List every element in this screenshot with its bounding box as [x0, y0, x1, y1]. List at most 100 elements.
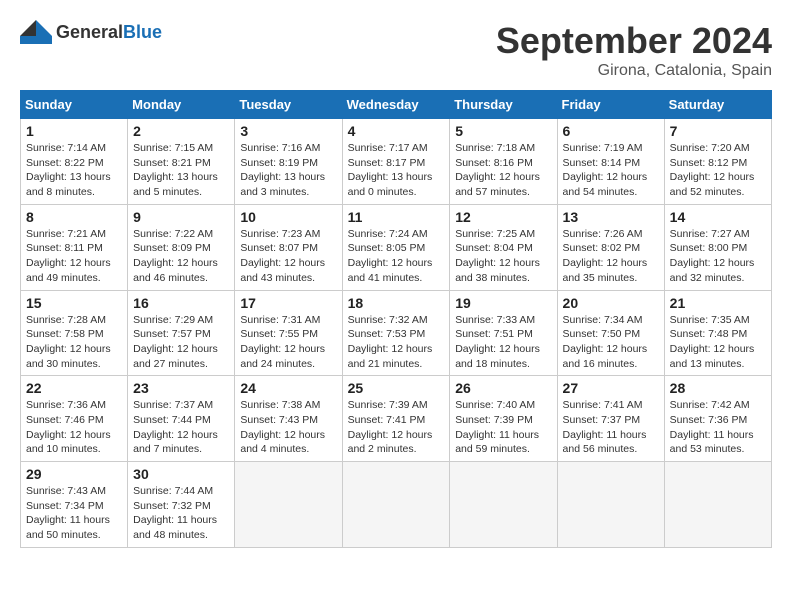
day-header-wednesday: Wednesday: [342, 91, 450, 119]
cell-info: Sunrise: 7:33 AMSunset: 7:51 PMDaylight:…: [455, 313, 551, 372]
cell-info: Sunrise: 7:40 AMSunset: 7:39 PMDaylight:…: [455, 398, 551, 457]
calendar-cell: 16 Sunrise: 7:29 AMSunset: 7:57 PMDayligh…: [128, 290, 235, 376]
day-header-monday: Monday: [128, 91, 235, 119]
cell-info: Sunrise: 7:20 AMSunset: 8:12 PMDaylight:…: [670, 141, 766, 200]
day-number: 30: [133, 466, 229, 482]
cell-info: Sunrise: 7:24 AMSunset: 8:05 PMDaylight:…: [348, 227, 445, 286]
calendar-cell: 8 Sunrise: 7:21 AMSunset: 8:11 PMDaylight…: [21, 204, 128, 290]
calendar-cell: [450, 462, 557, 548]
calendar-cell: [557, 462, 664, 548]
month-year-title: September 2024: [496, 20, 772, 62]
day-number: 12: [455, 209, 551, 225]
day-number: 13: [563, 209, 659, 225]
logo-icon: [20, 20, 52, 44]
day-number: 21: [670, 295, 766, 311]
cell-info: Sunrise: 7:29 AMSunset: 7:57 PMDaylight:…: [133, 313, 229, 372]
cell-info: Sunrise: 7:28 AMSunset: 7:58 PMDaylight:…: [26, 313, 122, 372]
cell-info: Sunrise: 7:39 AMSunset: 7:41 PMDaylight:…: [348, 398, 445, 457]
calendar-cell: 22Sunrise: 7:36 AMSunset: 7:46 PMDayligh…: [21, 376, 128, 462]
calendar-cell: [235, 462, 342, 548]
day-number: 18: [348, 295, 445, 311]
day-number: 19: [455, 295, 551, 311]
day-number: 7: [670, 123, 766, 139]
cell-info: Sunrise: 7:17 AMSunset: 8:17 PMDaylight:…: [348, 141, 445, 200]
day-number: 14: [670, 209, 766, 225]
cell-info: Sunrise: 7:37 AMSunset: 7:44 PMDaylight:…: [133, 398, 229, 457]
cell-info: Sunrise: 7:14 AMSunset: 8:22 PMDaylight:…: [26, 141, 122, 200]
cell-info: Sunrise: 7:15 AMSunset: 8:21 PMDaylight:…: [133, 141, 229, 200]
cell-info: Sunrise: 7:41 AMSunset: 7:37 PMDaylight:…: [563, 398, 659, 457]
day-number: 11: [348, 209, 445, 225]
day-header-saturday: Saturday: [664, 91, 771, 119]
cell-info: Sunrise: 7:36 AMSunset: 7:46 PMDaylight:…: [26, 398, 122, 457]
calendar-week-4: 22Sunrise: 7:36 AMSunset: 7:46 PMDayligh…: [21, 376, 772, 462]
title-area: September 2024 Girona, Catalonia, Spain: [496, 20, 772, 80]
calendar-cell: 26Sunrise: 7:40 AMSunset: 7:39 PMDayligh…: [450, 376, 557, 462]
day-number: 1: [26, 123, 122, 139]
calendar-cell: 23 Sunrise: 7:37 AMSunset: 7:44 PMDayligh…: [128, 376, 235, 462]
day-header-thursday: Thursday: [450, 91, 557, 119]
cell-info: Sunrise: 7:25 AMSunset: 8:04 PMDaylight:…: [455, 227, 551, 286]
calendar-week-2: 8 Sunrise: 7:21 AMSunset: 8:11 PMDaylight…: [21, 204, 772, 290]
calendar-cell: 28Sunrise: 7:42 AMSunset: 7:36 PMDayligh…: [664, 376, 771, 462]
day-header-tuesday: Tuesday: [235, 91, 342, 119]
calendar-table: SundayMondayTuesdayWednesdayThursdayFrid…: [20, 90, 772, 548]
calendar-cell: 10Sunrise: 7:23 AMSunset: 8:07 PMDayligh…: [235, 204, 342, 290]
calendar-cell: 30 Sunrise: 7:44 AMSunset: 7:32 PMDayligh…: [128, 462, 235, 548]
cell-info: Sunrise: 7:35 AMSunset: 7:48 PMDaylight:…: [670, 313, 766, 372]
calendar-cell: 9Sunrise: 7:22 AMSunset: 8:09 PMDaylight…: [128, 204, 235, 290]
day-number: 20: [563, 295, 659, 311]
day-number: 3: [240, 123, 336, 139]
cell-info: Sunrise: 7:43 AMSunset: 7:34 PMDaylight:…: [26, 484, 122, 543]
day-number: 8: [26, 209, 122, 225]
calendar-cell: [342, 462, 450, 548]
cell-info: Sunrise: 7:44 AMSunset: 7:32 PMDaylight:…: [133, 484, 229, 543]
calendar-week-3: 15Sunrise: 7:28 AMSunset: 7:58 PMDayligh…: [21, 290, 772, 376]
calendar-cell: 18 Sunrise: 7:32 AMSunset: 7:53 PMDayligh…: [342, 290, 450, 376]
cell-info: Sunrise: 7:27 AMSunset: 8:00 PMDaylight:…: [670, 227, 766, 286]
calendar-cell: [664, 462, 771, 548]
calendar-cell: 13 Sunrise: 7:26 AMSunset: 8:02 PMDayligh…: [557, 204, 664, 290]
day-number: 16: [133, 295, 229, 311]
calendar-cell: 5Sunrise: 7:18 AMSunset: 8:16 PMDaylight…: [450, 119, 557, 205]
calendar-cell: 21 Sunrise: 7:35 AMSunset: 7:48 PMDayligh…: [664, 290, 771, 376]
day-header-friday: Friday: [557, 91, 664, 119]
day-number: 9: [133, 209, 229, 225]
calendar-week-1: 1 Sunrise: 7:14 AMSunset: 8:22 PMDaylight…: [21, 119, 772, 205]
calendar-body: 1 Sunrise: 7:14 AMSunset: 8:22 PMDaylight…: [21, 119, 772, 548]
calendar-cell: 2 Sunrise: 7:15 AMSunset: 8:21 PMDaylight…: [128, 119, 235, 205]
cell-info: Sunrise: 7:21 AMSunset: 8:11 PMDaylight:…: [26, 227, 122, 286]
calendar-cell: 1 Sunrise: 7:14 AMSunset: 8:22 PMDaylight…: [21, 119, 128, 205]
calendar-cell: 19 Sunrise: 7:33 AMSunset: 7:51 PMDayligh…: [450, 290, 557, 376]
calendar-cell: 20Sunrise: 7:34 AMSunset: 7:50 PMDayligh…: [557, 290, 664, 376]
calendar-cell: 11 Sunrise: 7:24 AMSunset: 8:05 PMDayligh…: [342, 204, 450, 290]
cell-info: Sunrise: 7:16 AMSunset: 8:19 PMDaylight:…: [240, 141, 336, 200]
day-number: 2: [133, 123, 229, 139]
cell-info: Sunrise: 7:31 AMSunset: 7:55 PMDaylight:…: [240, 313, 336, 372]
cell-info: Sunrise: 7:38 AMSunset: 7:43 PMDaylight:…: [240, 398, 336, 457]
logo: GeneralBlue: [20, 20, 162, 44]
calendar-cell: 14 Sunrise: 7:27 AMSunset: 8:00 PMDayligh…: [664, 204, 771, 290]
cell-info: Sunrise: 7:32 AMSunset: 7:53 PMDaylight:…: [348, 313, 445, 372]
calendar-header-row: SundayMondayTuesdayWednesdayThursdayFrid…: [21, 91, 772, 119]
day-number: 28: [670, 380, 766, 396]
cell-info: Sunrise: 7:19 AMSunset: 8:14 PMDaylight:…: [563, 141, 659, 200]
calendar-week-5: 29 Sunrise: 7:43 AMSunset: 7:34 PMDayligh…: [21, 462, 772, 548]
day-header-sunday: Sunday: [21, 91, 128, 119]
calendar-cell: 12 Sunrise: 7:25 AMSunset: 8:04 PMDayligh…: [450, 204, 557, 290]
day-number: 5: [455, 123, 551, 139]
calendar-cell: 7 Sunrise: 7:20 AMSunset: 8:12 PMDaylight…: [664, 119, 771, 205]
day-number: 24: [240, 380, 336, 396]
calendar-cell: 15Sunrise: 7:28 AMSunset: 7:58 PMDayligh…: [21, 290, 128, 376]
day-number: 23: [133, 380, 229, 396]
cell-info: Sunrise: 7:26 AMSunset: 8:02 PMDaylight:…: [563, 227, 659, 286]
day-number: 10: [240, 209, 336, 225]
location-subtitle: Girona, Catalonia, Spain: [496, 62, 772, 80]
calendar-cell: 6Sunrise: 7:19 AMSunset: 8:14 PMDaylight…: [557, 119, 664, 205]
calendar-cell: 3 Sunrise: 7:16 AMSunset: 8:19 PMDaylight…: [235, 119, 342, 205]
calendar-cell: 17Sunrise: 7:31 AMSunset: 7:55 PMDayligh…: [235, 290, 342, 376]
day-number: 25: [348, 380, 445, 396]
day-number: 27: [563, 380, 659, 396]
day-number: 4: [348, 123, 445, 139]
day-number: 29: [26, 466, 122, 482]
